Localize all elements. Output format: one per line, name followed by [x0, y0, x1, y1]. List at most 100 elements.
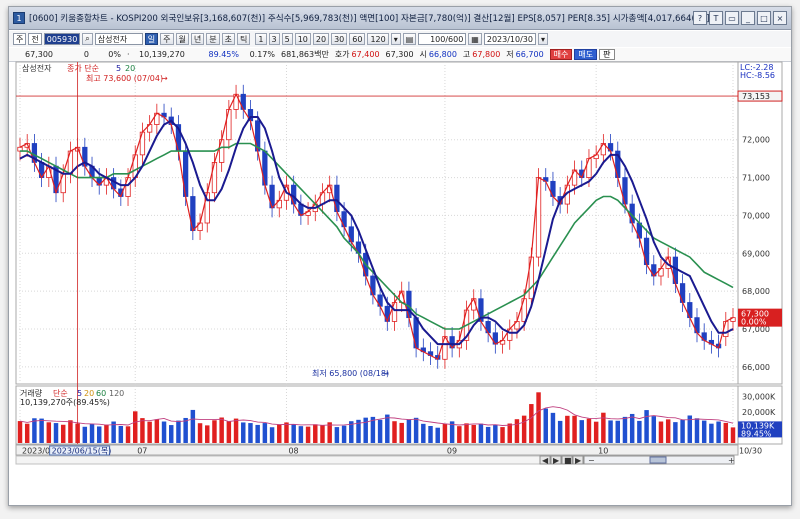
- volume-bar: [24, 423, 30, 443]
- volume-bar: [608, 420, 613, 443]
- low-annotation: 최저 65,800 (08/18): [312, 368, 389, 378]
- volume-bar: [154, 419, 160, 443]
- volume-bar: [651, 416, 657, 443]
- volume-bar: [694, 418, 700, 443]
- volume-bar: [334, 427, 340, 443]
- volume-bar: [298, 426, 304, 443]
- volume-bar: [255, 424, 260, 443]
- price-legend-ma: 종가 단순: [67, 63, 99, 73]
- volume-bar: [277, 424, 282, 443]
- time-tick-label: 09: [447, 447, 457, 456]
- cursor-date-label: 2023/06/15(목): [52, 447, 112, 456]
- volume-legend-value: 10,139,270주(89.45%): [20, 398, 110, 407]
- volume-bar: [313, 424, 318, 443]
- volume-bar: [262, 423, 268, 443]
- volume-legend-ma: 단순: [53, 388, 68, 398]
- volume-bar: [82, 426, 88, 443]
- volume-bar: [615, 420, 621, 443]
- volume-bar: [233, 418, 239, 443]
- volume-bar: [169, 425, 174, 443]
- time-tick-label: 08: [288, 447, 298, 456]
- price-tick-label: 69,000: [742, 249, 770, 258]
- volume-bar: [572, 415, 577, 443]
- volume-bar: [399, 422, 404, 443]
- volume-bar: [543, 408, 548, 443]
- zoom-in-icon[interactable]: +: [728, 456, 735, 465]
- volume-bar: [622, 416, 628, 443]
- time-tick-label: 07: [137, 447, 147, 456]
- volume-bar: [305, 426, 311, 443]
- volume-bar: [197, 423, 203, 443]
- price-tick-label: 66,000: [742, 363, 770, 372]
- volume-bar: [147, 421, 152, 443]
- scroll-right-icon: ▶: [575, 456, 582, 465]
- volume-bar: [500, 427, 505, 443]
- volume-bar: [658, 421, 664, 443]
- stop-icon: ■: [564, 456, 572, 465]
- volume-bar: [637, 420, 642, 443]
- volume-bar: [680, 419, 685, 443]
- time-axis: [15, 444, 739, 456]
- volume-bar: [507, 423, 512, 443]
- price-legend-name: 삼성전자: [22, 63, 52, 73]
- volume-bar: [68, 420, 73, 443]
- volume-bar: [140, 418, 145, 443]
- volume-bar: [716, 421, 721, 443]
- volume-bar: [89, 423, 95, 443]
- volume-bar: [341, 425, 347, 443]
- zoom-slider-thumb[interactable]: [649, 456, 667, 464]
- volume-bar: [190, 409, 196, 443]
- price-legend-ma20: 20: [125, 64, 135, 73]
- time-tick-label: 10: [598, 447, 608, 456]
- volume-pct-label: 89.45%: [741, 429, 772, 438]
- volume-bar: [132, 411, 138, 443]
- volume-legend-ma60: 60: [96, 389, 106, 398]
- volume-bar: [176, 420, 181, 443]
- volume-bar: [442, 423, 448, 443]
- volume-bar: [601, 412, 606, 443]
- volume-bar: [241, 422, 246, 443]
- current-pct-label: 0.00%: [741, 318, 767, 327]
- volume-bar: [183, 417, 188, 443]
- volume-bar: [730, 427, 736, 443]
- volume-bar: [464, 423, 469, 443]
- volume-bar: [60, 424, 66, 443]
- volume-bar: [205, 425, 210, 443]
- volume-bar: [219, 417, 224, 443]
- volume-bar: [406, 419, 412, 443]
- volume-bar: [586, 418, 592, 443]
- volume-bar: [665, 419, 671, 443]
- ref-price-label: 73,153: [742, 92, 770, 101]
- volume-bar: [471, 424, 476, 443]
- price-tick-label: 72,000: [742, 136, 770, 145]
- volume-bar: [701, 420, 707, 443]
- volume-bar: [629, 413, 635, 443]
- volume-pane[interactable]: [15, 385, 739, 445]
- volume-bar: [565, 415, 570, 443]
- volume-bar: [284, 422, 289, 443]
- scroll-left-icon: ◀: [542, 456, 549, 465]
- volume-bar: [32, 418, 37, 443]
- price-tick-label: 68,000: [742, 287, 770, 296]
- chart-area[interactable]: 72,00071,00070,00069,00068,00067,00066,0…: [0, 0, 800, 519]
- price-axis: [737, 61, 783, 385]
- volume-bar: [709, 423, 714, 443]
- volume-bar: [493, 424, 498, 443]
- price-tick-label: 70,000: [742, 211, 770, 220]
- volume-bar: [428, 426, 433, 443]
- volume-bar: [248, 423, 253, 443]
- volume-legend-ma20: 20: [84, 389, 94, 398]
- hc-label: HC:-8.56: [740, 71, 775, 80]
- volume-bar: [118, 426, 124, 443]
- volume-bar: [485, 426, 491, 443]
- low-arrow-icon: →: [382, 369, 389, 378]
- volume-bar: [413, 417, 419, 443]
- volume-bar: [385, 414, 390, 443]
- volume-bar: [557, 420, 563, 443]
- zoom-out-icon[interactable]: −: [588, 456, 595, 465]
- volume-bar: [550, 412, 556, 443]
- volume-bar: [161, 421, 167, 443]
- play-icon: ▶: [553, 456, 560, 465]
- scroll-track[interactable]: [15, 455, 541, 465]
- volume-bar: [46, 422, 52, 443]
